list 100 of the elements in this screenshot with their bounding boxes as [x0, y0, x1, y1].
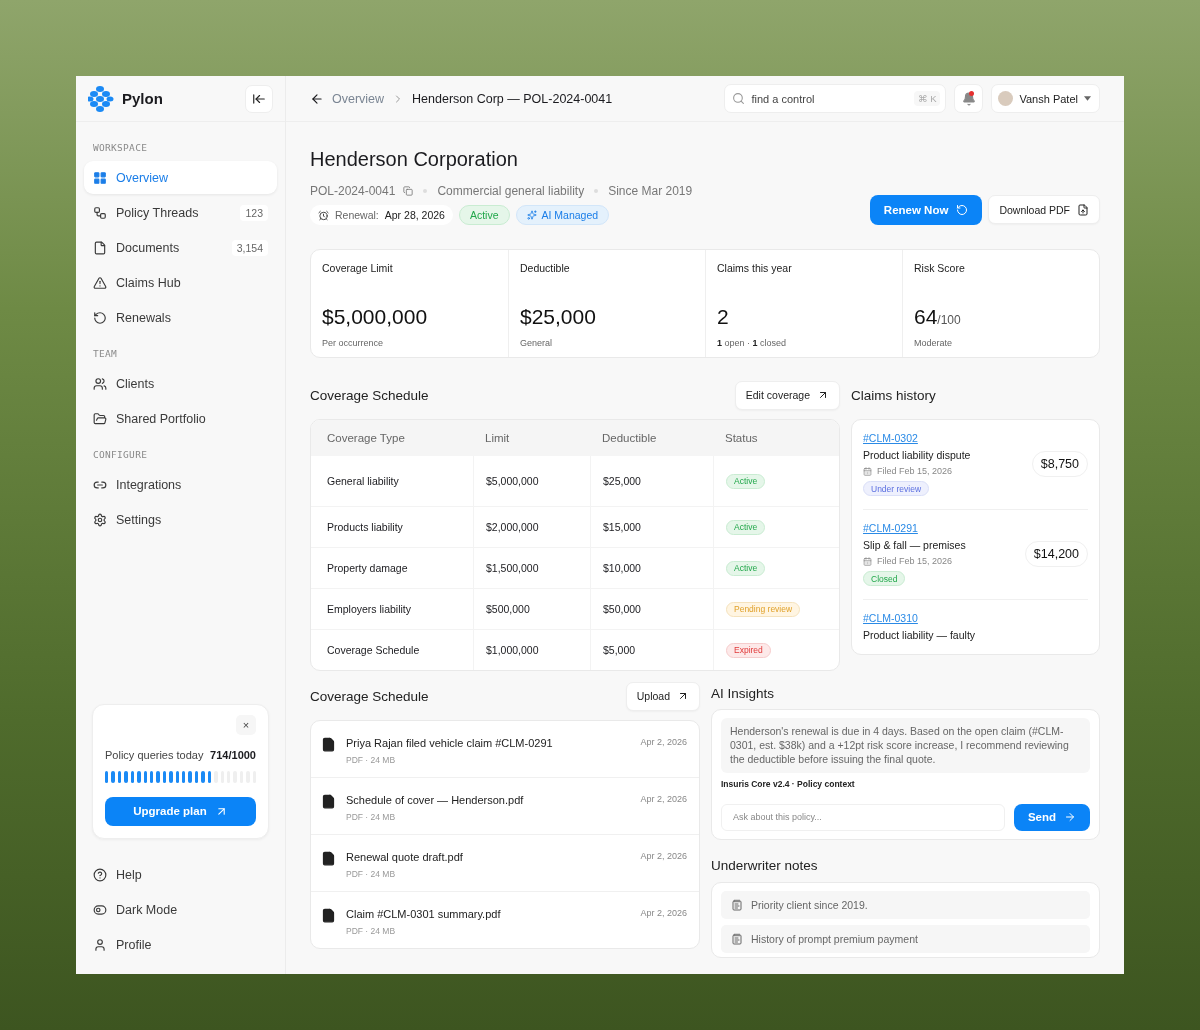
nav-item[interactable]: Integrations: [84, 468, 277, 501]
claim-link[interactable]: #CLM-0291: [863, 522, 918, 534]
table-cell: $25,000: [590, 456, 713, 506]
nav-icon: [93, 376, 107, 391]
table-cell: $1,000,000: [473, 630, 590, 670]
nav-item[interactable]: Dark Mode: [84, 893, 277, 927]
caret-icon: [1084, 96, 1091, 101]
table-cell: $50,000: [590, 589, 713, 629]
nav-item[interactable]: Overview: [84, 161, 277, 194]
close-button[interactable]: ×: [236, 714, 256, 735]
send-button[interactable]: Send: [1013, 803, 1090, 831]
notifications-button[interactable]: [954, 84, 984, 113]
section-title: AI Insights: [711, 685, 775, 701]
status-badge: Closed: [863, 571, 906, 586]
arrow-up-right-icon: [817, 389, 829, 401]
shortcut-hint: ⌘ K: [914, 91, 941, 106]
nav-icon: [93, 205, 107, 220]
nav-icon: [93, 512, 107, 527]
claim-amount: $8,750: [1031, 451, 1088, 477]
document-name[interactable]: Schedule of cover — Henderson.pdf: [346, 794, 631, 806]
table-cell-text: Employers liability: [326, 602, 413, 617]
document-meta: PDF · 24 MB: [346, 869, 397, 879]
note-icon: [731, 898, 743, 911]
file-upload-icon: [1077, 203, 1089, 216]
nav-item[interactable]: Profile: [84, 928, 277, 962]
count-badge: 123: [240, 204, 268, 221]
download-pdf-button[interactable]: Download PDF: [988, 195, 1100, 224]
nav-icon: [93, 868, 107, 882]
arrow-right-icon: [1064, 811, 1076, 823]
sparkle-icon: [526, 210, 537, 220]
alarm-clock-icon: [318, 209, 329, 221]
breadcrumb-link[interactable]: Henderson Corp — POL-2024-0041: [412, 91, 613, 106]
stat-value: $25,000: [520, 305, 597, 329]
section-title: Claims history: [851, 387, 936, 403]
bell-icon: [962, 91, 976, 106]
document-name[interactable]: Renewal quote draft.pdf: [346, 851, 631, 863]
refresh-icon: [956, 204, 969, 216]
stat-note: 1 open · 1 closed: [717, 338, 788, 348]
nav-item[interactable]: Shared Portfolio: [84, 402, 277, 435]
stat-label: Deductible: [520, 262, 571, 276]
stat-note: Per occurrence: [322, 338, 385, 348]
nav-item[interactable]: Help: [84, 858, 277, 892]
document-date: Apr 2, 2026: [640, 908, 687, 918]
nav-item[interactable]: Renewals: [84, 301, 277, 334]
collapse-sidebar-button[interactable]: [245, 84, 273, 113]
status-tag: AI Managed: [515, 205, 610, 225]
upload-button[interactable]: Upload: [625, 681, 700, 711]
page-title: Henderson Corporation: [310, 148, 519, 171]
document-name[interactable]: Claim #CLM-0301 summary.pdf: [346, 908, 631, 920]
section-title: Coverage Schedule: [310, 688, 429, 704]
note-icon: [731, 932, 743, 945]
nav-item[interactable]: Documents 3,154: [84, 231, 277, 264]
document-date: Apr 2, 2026: [640, 851, 687, 861]
copy-icon[interactable]: [403, 186, 414, 196]
nav-icon: [93, 938, 107, 952]
stat-value: 2: [717, 305, 730, 329]
ask-input-field[interactable]: Ask about this policy...: [721, 803, 1005, 831]
file-icon: [321, 794, 336, 809]
nav-item[interactable]: Settings: [84, 503, 277, 536]
stat-label: Risk Score: [914, 262, 966, 276]
calendar-icon: [863, 556, 872, 566]
usage-value: 714/1000: [210, 748, 256, 761]
nav-icon: [93, 240, 107, 255]
column-header: Limit: [484, 431, 511, 446]
stat-label: Claims this year: [717, 262, 793, 276]
renew-now-button[interactable]: Renew Now: [869, 195, 983, 225]
upgrade-plan-button[interactable]: Upgrade plan: [105, 796, 256, 826]
nav-icon: [93, 903, 107, 917]
status-badge: Under review: [863, 481, 930, 496]
claim-link[interactable]: #CLM-0302: [863, 432, 918, 444]
nav-icon: [93, 275, 107, 290]
document-date: Apr 2, 2026: [640, 737, 687, 747]
user-menu-button[interactable]: Vansh Patel: [991, 84, 1100, 113]
claim-link[interactable]: #CLM-0310: [863, 612, 918, 624]
breadcrumb-link[interactable]: Overview: [332, 91, 385, 106]
section-label: CONFIGURE: [92, 448, 149, 462]
file-icon: [321, 851, 336, 866]
section-title: Underwriter notes: [711, 858, 818, 873]
table-cell: $2,000,000: [473, 507, 590, 547]
file-icon: [321, 737, 336, 752]
table-cell: $5,000: [590, 630, 713, 670]
table-cell-text: Products liability: [326, 520, 404, 535]
calendar-icon: [863, 466, 872, 476]
note: Priority client since 2019.: [721, 890, 1090, 919]
column-header: Deductible: [601, 431, 658, 446]
table-cell: $1,500,000: [473, 548, 590, 588]
status-badge: Active: [726, 519, 766, 535]
document-name[interactable]: Priya Rajan filed vehicle claim #CLM-0291: [346, 737, 631, 749]
claim-date: Filed Feb 15, 2026: [863, 556, 953, 566]
edit-coverage-button[interactable]: Edit coverage: [734, 380, 840, 410]
nav-icon: [93, 411, 107, 426]
nav-item[interactable]: Policy Threads 123: [84, 196, 277, 229]
nav-item[interactable]: Clients: [84, 367, 277, 400]
section-label: WORKSPACE: [92, 141, 149, 155]
count-badge: 3,154: [231, 239, 268, 256]
status-tag: Active: [458, 205, 510, 225]
table-cell-text: Coverage Schedule: [326, 643, 421, 658]
column-header: Coverage Type: [326, 431, 406, 446]
nav-item[interactable]: Claims Hub: [84, 266, 277, 299]
policy-line: Commercial general liability: [437, 184, 585, 198]
